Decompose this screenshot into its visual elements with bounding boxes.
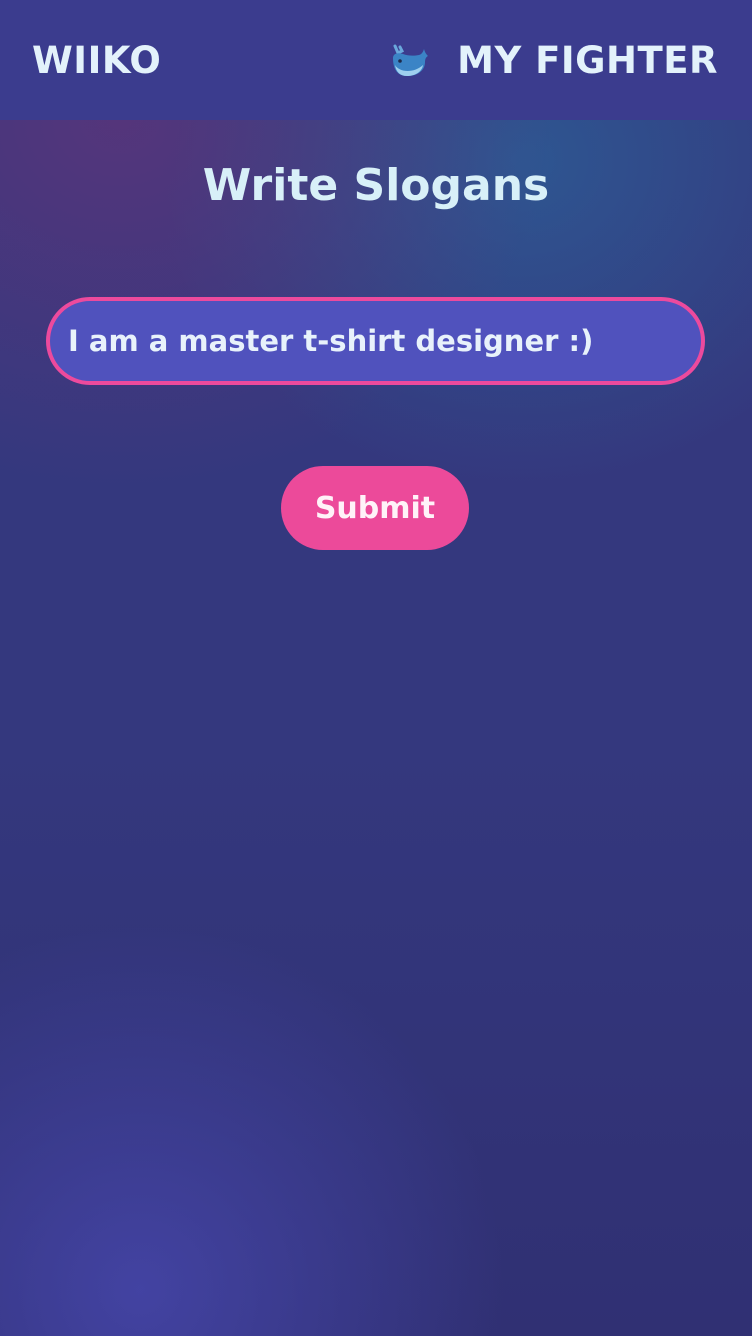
whale-icon <box>393 44 429 76</box>
brand-logo-link[interactable]: WIIKO <box>32 38 161 84</box>
slogan-input[interactable] <box>46 297 705 385</box>
my-fighter-label: MY FIGHTER <box>457 39 718 82</box>
page-title: Write Slogans <box>202 160 550 211</box>
submit-button[interactable]: Submit <box>281 466 469 550</box>
top-nav-bar: WIIKO MY FIGHTER <box>0 0 752 120</box>
my-fighter-link[interactable]: MY FIGHTER <box>389 38 718 84</box>
